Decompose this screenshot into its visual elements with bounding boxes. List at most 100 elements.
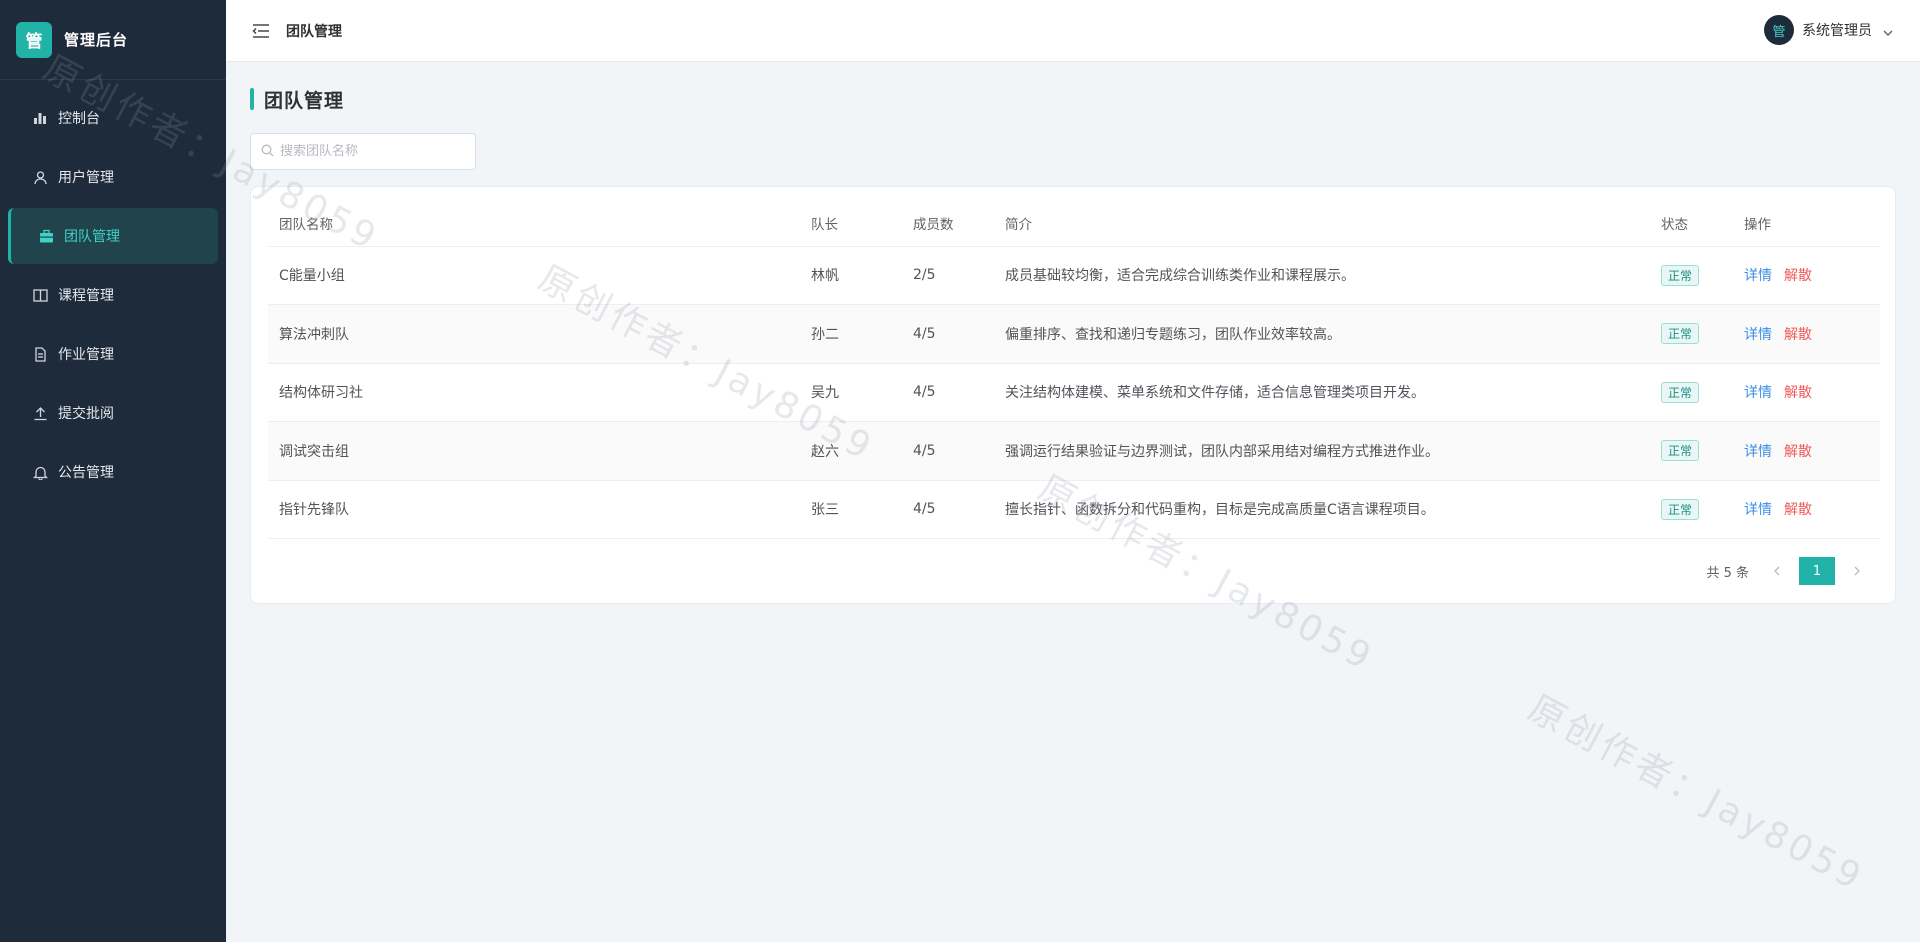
detail-link[interactable]: 详情 <box>1744 385 1772 401</box>
team-description: 偏重排序、查找和递归专题练习，团队作业效率较高。 <box>994 304 1650 364</box>
table-header-row: 团队名称 队长 成员数 简介 状态 操作 <box>268 200 1880 247</box>
prev-page-icon[interactable] <box>1767 557 1787 585</box>
table-row: 结构体研习社 吴九 4/5 关注结构体建模、菜单系统和文件存储，适合信息管理类项… <box>268 363 1880 422</box>
detail-link[interactable]: 详情 <box>1744 268 1772 284</box>
team-leader: 赵六 <box>800 421 902 481</box>
search-icon <box>261 142 274 161</box>
team-leader: 林帆 <box>800 246 902 305</box>
user-menu[interactable]: 管 系统管理员 <box>1764 15 1894 45</box>
column-header-actions: 操作 <box>1733 200 1880 247</box>
actions-cell: 详情 解散 <box>1733 304 1880 364</box>
header-breadcrumb: 团队管理 <box>286 23 342 40</box>
bar-chart-icon <box>32 110 48 126</box>
sidebar-item-label: 公告管理 <box>58 465 114 481</box>
team-members: 4/5 <box>902 363 994 422</box>
sidebar-item-label: 团队管理 <box>64 229 120 245</box>
sidebar-item-courses[interactable]: 课程管理 <box>8 267 218 323</box>
team-leader: 孙二 <box>800 304 902 364</box>
page-title-text: 团队管理 <box>264 89 345 112</box>
page-title: 团队管理 <box>250 86 344 112</box>
pagination: 共 5 条 1 <box>1706 557 1867 585</box>
team-members: 4/5 <box>902 421 994 481</box>
sidebar-item-teams[interactable]: 团队管理 <box>8 208 218 264</box>
disband-link[interactable]: 解散 <box>1784 327 1812 343</box>
team-name: 算法冲刺队 <box>268 304 800 364</box>
team-description: 成员基础较均衡，适合完成综合训练类作业和课程展示。 <box>994 246 1650 305</box>
user-name: 系统管理员 <box>1802 23 1872 39</box>
team-name: C能量小组 <box>268 246 800 305</box>
column-header-name: 团队名称 <box>268 200 800 247</box>
actions-cell: 详情 解散 <box>1733 246 1880 305</box>
team-members: 4/5 <box>902 480 994 539</box>
detail-link[interactable]: 详情 <box>1744 444 1772 460</box>
column-header-description: 简介 <box>994 200 1650 247</box>
status-cell: 正常 <box>1650 304 1733 364</box>
sidebar-item-label: 提交批阅 <box>58 406 114 422</box>
status-badge: 正常 <box>1661 381 1700 403</box>
actions-cell: 详情 解散 <box>1733 363 1880 422</box>
team-leader: 张三 <box>800 480 902 539</box>
detail-link[interactable]: 详情 <box>1744 327 1772 343</box>
table-row: 算法冲刺队 孙二 4/5 偏重排序、查找和递归专题练习，团队作业效率较高。 正常… <box>268 304 1880 364</box>
disband-link[interactable]: 解散 <box>1784 385 1812 401</box>
team-description: 强调运行结果验证与边界测试，团队内部采用结对编程方式推进作业。 <box>994 421 1650 481</box>
team-leader: 吴九 <box>800 363 902 422</box>
team-members: 4/5 <box>902 304 994 364</box>
team-description: 关注结构体建模、菜单系统和文件存储，适合信息管理类项目开发。 <box>994 363 1650 422</box>
menu-toggle-icon[interactable] <box>252 22 270 40</box>
table-row: 调试突击组 赵六 4/5 强调运行结果验证与边界测试，团队内部采用结对编程方式推… <box>268 421 1880 481</box>
search-input[interactable] <box>280 144 460 159</box>
actions-cell: 详情 解散 <box>1733 421 1880 481</box>
team-table: 团队名称 队长 成员数 简介 状态 操作 C能量小组 林帆 2/5 成员基础较均… <box>268 200 1880 539</box>
upload-icon <box>32 405 48 421</box>
detail-link[interactable]: 详情 <box>1744 502 1772 518</box>
sidebar-item-users[interactable]: 用户管理 <box>8 149 218 205</box>
disband-link[interactable]: 解散 <box>1784 502 1812 518</box>
search-box[interactable] <box>250 133 476 170</box>
briefcase-icon <box>38 228 54 244</box>
title-accent-bar <box>250 88 254 110</box>
chevron-down-icon <box>1882 24 1894 36</box>
app-title: 管理后台 <box>64 31 129 49</box>
pagination-total: 共 5 条 <box>1706 565 1749 581</box>
team-members: 2/5 <box>902 246 994 305</box>
page-number-current[interactable]: 1 <box>1799 557 1835 585</box>
team-name: 指针先锋队 <box>268 480 800 539</box>
table-row: C能量小组 林帆 2/5 成员基础较均衡，适合完成综合训练类作业和课程展示。 正… <box>268 246 1880 305</box>
status-badge: 正常 <box>1661 264 1700 286</box>
column-header-leader: 队长 <box>800 200 902 247</box>
column-header-status: 状态 <box>1650 200 1733 247</box>
status-badge: 正常 <box>1661 498 1700 520</box>
sidebar-item-label: 用户管理 <box>58 170 114 186</box>
status-cell: 正常 <box>1650 480 1733 539</box>
sidebar-item-assignments[interactable]: 作业管理 <box>8 326 218 382</box>
sidebar-item-label: 课程管理 <box>58 288 114 304</box>
user-icon <box>32 169 48 185</box>
status-badge: 正常 <box>1661 323 1700 345</box>
actions-cell: 详情 解散 <box>1733 480 1880 539</box>
status-badge: 正常 <box>1661 440 1700 462</box>
sidebar-item-label: 控制台 <box>58 111 100 127</box>
disband-link[interactable]: 解散 <box>1784 444 1812 460</box>
status-cell: 正常 <box>1650 246 1733 305</box>
disband-link[interactable]: 解散 <box>1784 268 1812 284</box>
next-page-icon[interactable] <box>1847 557 1867 585</box>
team-description: 擅长指针、函数拆分和代码重构，目标是完成高质量C语言课程项目。 <box>994 480 1650 539</box>
sidebar-item-label: 作业管理 <box>58 347 114 363</box>
status-cell: 正常 <box>1650 363 1733 422</box>
column-header-members: 成员数 <box>902 200 994 247</box>
team-name: 结构体研习社 <box>268 363 800 422</box>
sidebar-item-dashboard[interactable]: 控制台 <box>8 90 218 146</box>
logo-badge: 管 <box>16 21 52 58</box>
book-icon <box>32 287 48 303</box>
team-table-card: 团队名称 队长 成员数 简介 状态 操作 C能量小组 林帆 2/5 成员基础较均… <box>250 186 1896 604</box>
top-header: 团队管理 管 系统管理员 <box>226 0 1920 62</box>
document-icon <box>32 346 48 362</box>
sidebar-item-announcements[interactable]: 公告管理 <box>8 444 218 500</box>
sidebar-menu: 控制台 用户管理 团队管理 课程管理 作业管理 提交批阅 公告管理 <box>0 80 226 500</box>
logo[interactable]: 管 管理后台 <box>0 0 226 80</box>
sidebar-item-submissions[interactable]: 提交批阅 <box>8 385 218 441</box>
main-content: 团队管理 团队名称 队长 成员数 简介 状态 操作 C能量小组 <box>226 62 1920 942</box>
avatar: 管 <box>1764 15 1794 45</box>
sidebar: 管 管理后台 控制台 用户管理 团队管理 课程管理 作业管理 提交批阅 公告管理 <box>0 0 226 942</box>
